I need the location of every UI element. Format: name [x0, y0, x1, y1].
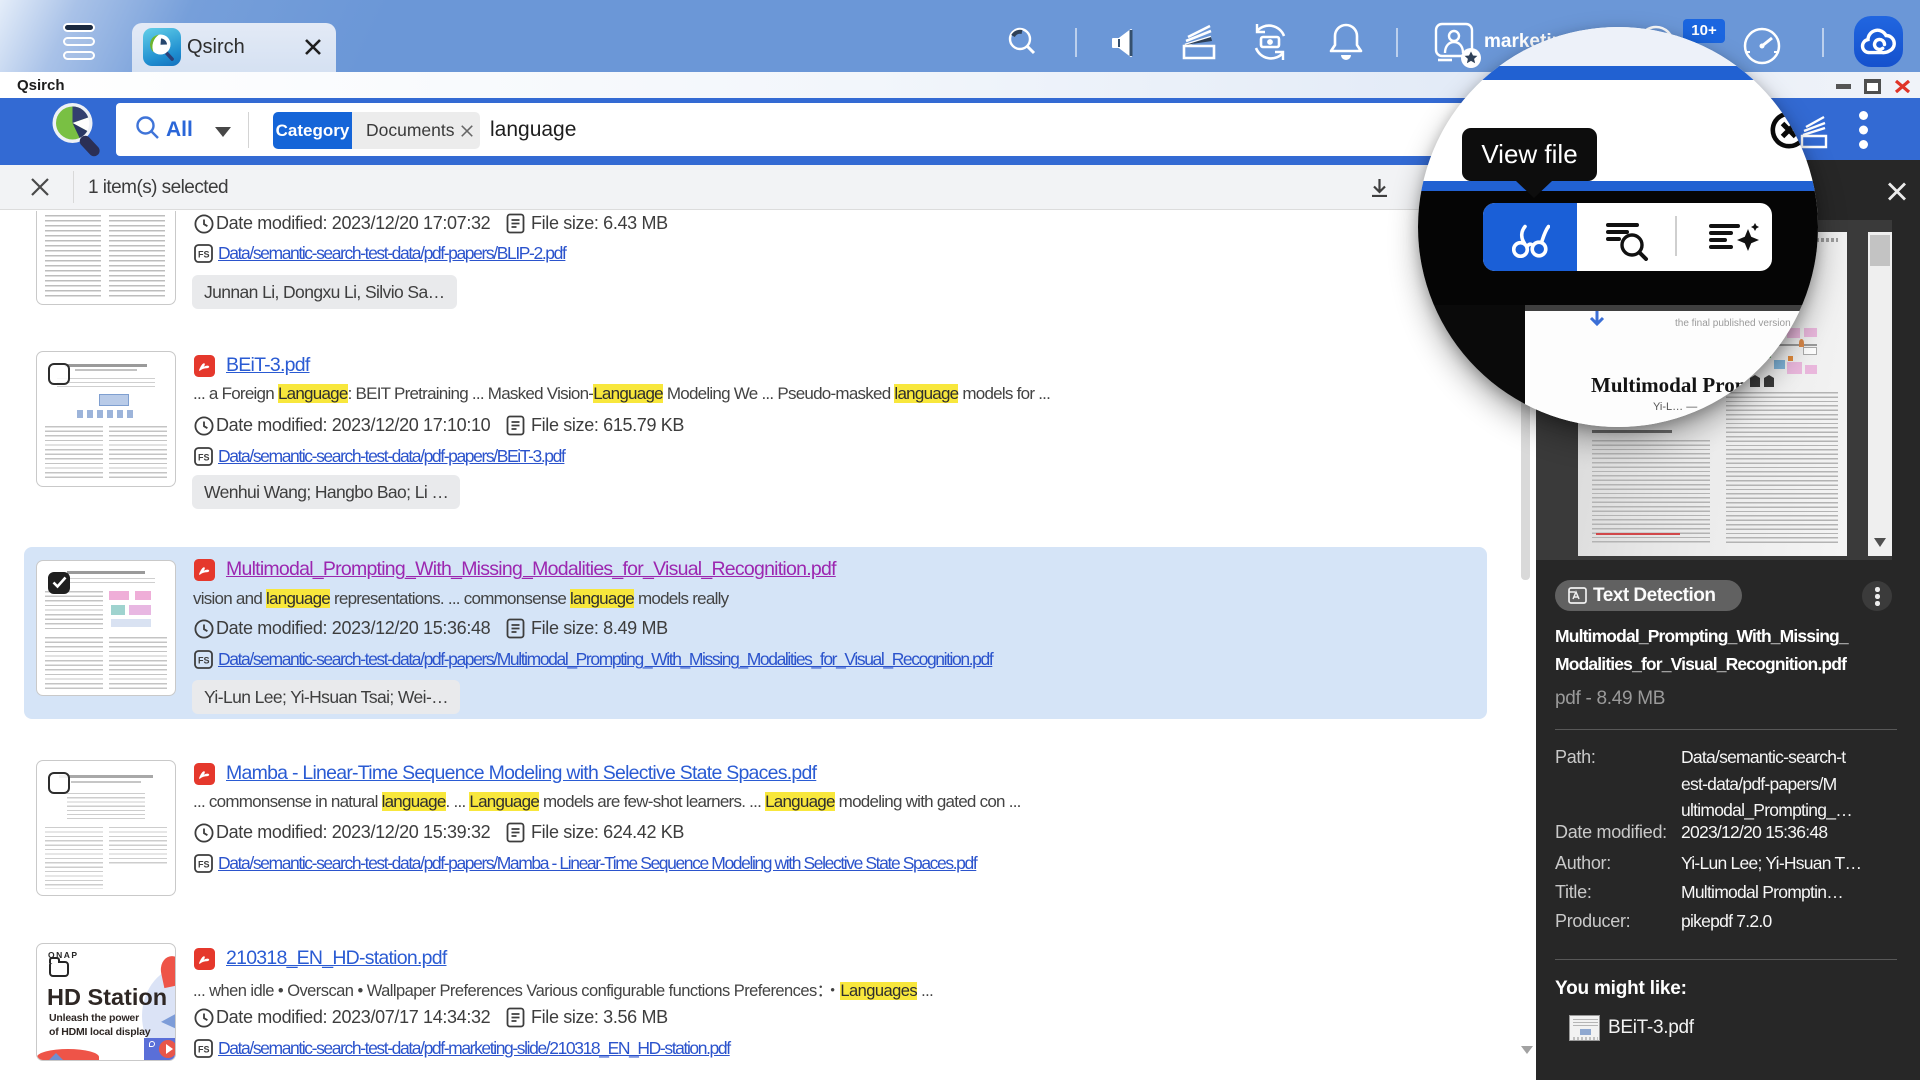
svg-text:FS: FS	[198, 1045, 210, 1055]
svg-text:FS: FS	[198, 250, 210, 260]
svg-text:FS: FS	[198, 860, 210, 870]
svg-text:FS: FS	[198, 656, 210, 666]
svg-text:FS: FS	[198, 453, 210, 463]
